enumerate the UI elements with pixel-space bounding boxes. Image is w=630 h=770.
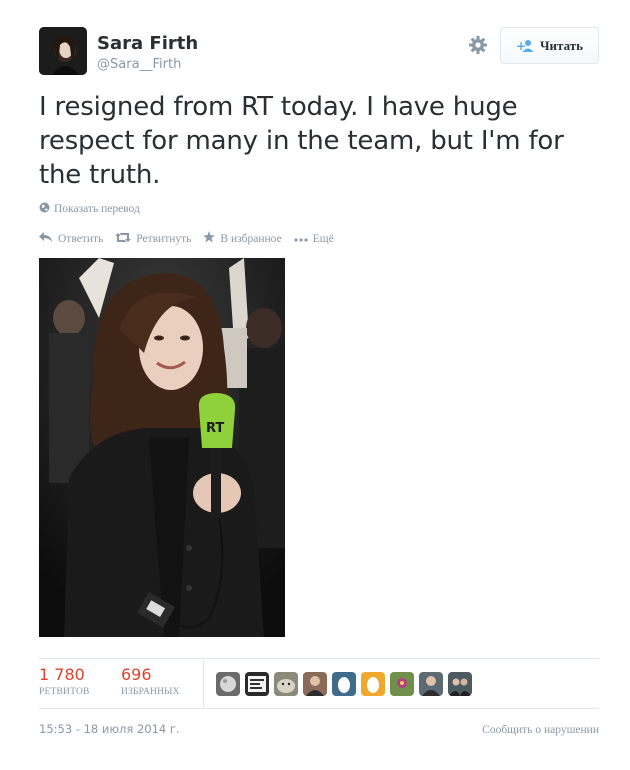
- photo-image: RT: [39, 258, 285, 637]
- stats-bottom-divider: [39, 708, 599, 709]
- globe-icon: [39, 202, 50, 216]
- tweet-text: I resigned from RT today. I have huge re…: [39, 90, 599, 192]
- more-dots-icon: [294, 233, 308, 245]
- favoriters-list: [216, 672, 472, 696]
- translate-link[interactable]: Показать перевод: [39, 202, 140, 216]
- retweet-button[interactable]: Ретвитнуть: [115, 231, 191, 246]
- favoriter-avatar-text[interactable]: [245, 672, 269, 696]
- favoriter-avatar-person[interactable]: [303, 672, 327, 696]
- more-label: Ещё: [312, 232, 334, 245]
- favorite-count: 696: [121, 665, 152, 684]
- reply-icon: [39, 231, 53, 246]
- retweet-icon: [115, 232, 132, 246]
- translate-label: Показать перевод: [54, 203, 140, 215]
- favoriter-avatar-seal[interactable]: [274, 672, 298, 696]
- follow-button-label: Читать: [540, 37, 583, 53]
- retweet-label: Ретвитнуть: [136, 232, 192, 245]
- favoriter-avatar-egg[interactable]: [332, 672, 356, 696]
- favoriter-avatar-person[interactable]: [419, 672, 443, 696]
- stats-separator: [203, 660, 204, 707]
- user-name[interactable]: Sara Firth: [97, 33, 198, 54]
- favorite-button[interactable]: В избранное: [203, 231, 282, 246]
- stats-top-divider: [39, 658, 599, 659]
- follow-button[interactable]: + Читать: [500, 27, 599, 64]
- gear-icon[interactable]: [468, 35, 488, 55]
- reply-button[interactable]: Ответить: [39, 231, 103, 246]
- report-link[interactable]: Сообщить о нарушении: [482, 724, 599, 736]
- tweet-timestamp[interactable]: 15:53 - 18 июля 2014 г.: [39, 722, 180, 736]
- microphone-logo: RT: [206, 421, 224, 436]
- reply-label: Ответить: [58, 232, 104, 245]
- tweet-line: respect for many in the team, but I'm fo…: [39, 126, 564, 156]
- more-button[interactable]: Ещё: [294, 231, 334, 246]
- favoriter-avatar-moon[interactable]: [216, 672, 240, 696]
- retweet-stat[interactable]: 1 780 РЕТВИТОВ: [39, 665, 90, 697]
- retweet-count: 1 780: [39, 665, 85, 684]
- avatar[interactable]: [39, 27, 87, 75]
- retweet-count-label: РЕТВИТОВ: [39, 687, 90, 697]
- favoriter-avatar-egg[interactable]: [361, 672, 385, 696]
- tweet-actions: Ответить Ретвитнуть В избранное Ещё: [39, 231, 334, 246]
- favoriter-avatar-group[interactable]: [448, 672, 472, 696]
- tweet-line: the truth.: [39, 160, 161, 190]
- favorite-label: В избранное: [220, 232, 282, 245]
- add-user-icon: +: [516, 39, 534, 53]
- tweet-photo[interactable]: RT: [39, 258, 285, 637]
- avatar-image: [39, 27, 87, 75]
- favoriter-avatar-flower[interactable]: [390, 672, 414, 696]
- user-handle[interactable]: @Sara__Firth: [97, 57, 181, 72]
- tweet-line: I resigned from RT today. I have huge: [39, 92, 518, 122]
- star-icon: [203, 231, 216, 246]
- favorite-stat[interactable]: 696 ИЗБРАННЫХ: [121, 665, 180, 697]
- favorite-count-label: ИЗБРАННЫХ: [121, 687, 180, 697]
